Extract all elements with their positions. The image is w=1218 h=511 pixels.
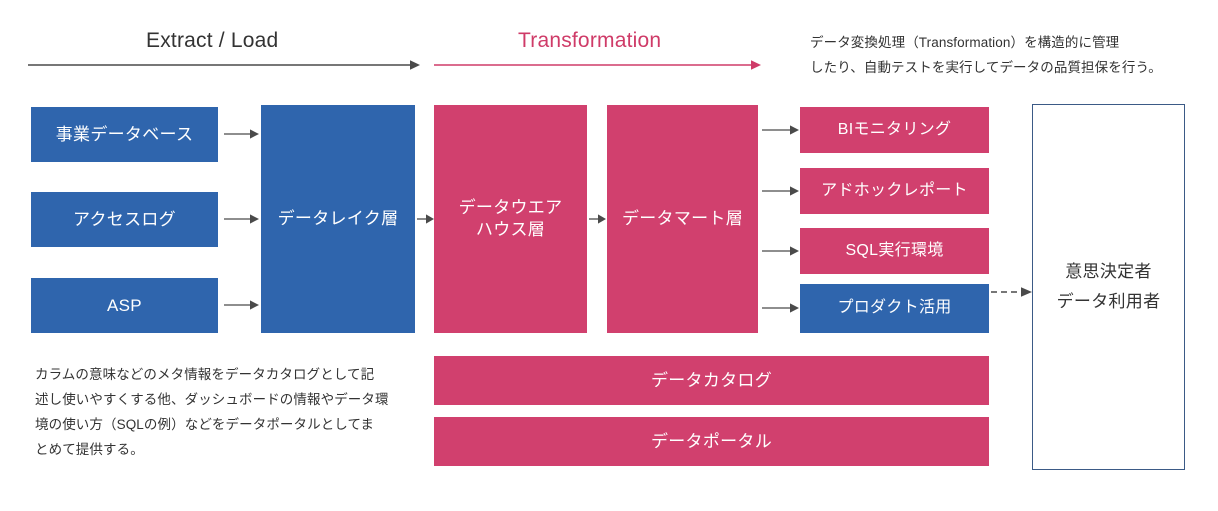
- consumer-box-product-usage[interactable]: プロダクト活用: [800, 284, 989, 333]
- catalog-note-line-1: カラムの意味などのメタ情報をデータカタログとして記: [35, 367, 375, 382]
- support-label-data-portal: データポータル: [650, 431, 773, 451]
- phase-label-transformation: Transformation: [518, 29, 662, 52]
- consumer-label-bi-monitoring: BIモニタリング: [837, 120, 952, 138]
- arrow-asp-to-data-lake: [224, 300, 259, 310]
- diagram-canvas: Extract / Load Transformation データ変換処理（Tr…: [0, 0, 1218, 511]
- catalog-note: カラムの意味などのメタ情報をデータカタログとして記 述し使いやすくする他、ダッシ…: [35, 363, 435, 463]
- layer-label-warehouse-line-1: データウエア: [458, 198, 563, 218]
- support-bar-data-portal[interactable]: データポータル: [434, 417, 989, 466]
- layer-label-data-lake: データレイク層: [277, 209, 399, 229]
- consumer-label-adhoc-report: アドホックレポート: [821, 181, 968, 199]
- audience-label-line-2: データ利用者: [1056, 292, 1161, 311]
- arrow-data-mart-to-sql-env: [762, 246, 799, 256]
- arrow-data-mart-to-bi-monitoring: [762, 125, 799, 135]
- layer-label-data-mart: データマート層: [621, 209, 744, 229]
- extract-load-phase-arrow: [28, 60, 420, 70]
- consumer-label-product-usage: プロダクト活用: [837, 299, 952, 317]
- source-box-business-db[interactable]: 事業データベース: [31, 107, 218, 162]
- catalog-note-line-4: とめて提供する。: [35, 441, 144, 457]
- transformation-note-line-1: データ変換処理（Transformation）を構造的に管理: [810, 35, 1120, 50]
- consumer-label-sql-env: SQL実行環境: [845, 241, 944, 259]
- audience-label-line-1: 意思決定者: [1065, 262, 1152, 282]
- layer-box-data-mart[interactable]: データマート層: [607, 105, 758, 333]
- consumer-box-bi-monitoring[interactable]: BIモニタリング: [800, 107, 989, 153]
- source-box-access-log[interactable]: アクセスログ: [31, 192, 218, 247]
- transformation-note-line-2: したり、自動テストを実行してデータの品質担保を行う。: [810, 59, 1162, 75]
- phase-label-extract-load: Extract / Load: [146, 29, 279, 52]
- layer-label-warehouse-line-2: ハウス層: [475, 220, 546, 239]
- support-bar-data-catalog[interactable]: データカタログ: [434, 356, 989, 405]
- consumer-box-adhoc-report[interactable]: アドホックレポート: [800, 168, 989, 214]
- arrow-access-log-to-data-lake: [224, 214, 259, 224]
- arrow-warehouse-to-data-mart: [589, 214, 606, 224]
- audience-box-decision-makers[interactable]: 意思決定者 データ利用者: [1032, 104, 1185, 470]
- consumer-box-sql-env[interactable]: SQL実行環境: [800, 228, 989, 274]
- arrow-data-mart-to-adhoc-report: [762, 186, 799, 196]
- source-label-access-log: アクセスログ: [73, 209, 176, 229]
- source-box-asp[interactable]: ASP: [31, 278, 218, 333]
- layer-box-warehouse[interactable]: データウエア ハウス層: [434, 105, 587, 333]
- source-label-asp: ASP: [107, 295, 142, 315]
- catalog-note-line-2: 述し使いやすくする他、ダッシュボードの情報やデータ環: [35, 391, 389, 407]
- layer-box-data-lake[interactable]: データレイク層: [261, 105, 415, 333]
- arrow-business-db-to-data-lake: [224, 129, 259, 139]
- arrow-data-mart-to-product-usage: [762, 303, 799, 313]
- arrow-product-usage-to-audience-dashed: [991, 287, 1032, 297]
- support-label-data-catalog: データカタログ: [650, 370, 773, 390]
- catalog-note-line-3: 境の使い方（SQLの例）などをデータポータルとしてま: [35, 416, 375, 432]
- transformation-phase-arrow: [434, 60, 761, 70]
- source-label-business-db: 事業データベース: [55, 124, 194, 144]
- arrow-data-lake-to-warehouse: [417, 214, 434, 224]
- transformation-note: データ変換処理（Transformation）を構造的に管理 したり、自動テスト…: [810, 31, 1200, 81]
- layer-label-warehouse: データウエア ハウス層: [459, 197, 563, 241]
